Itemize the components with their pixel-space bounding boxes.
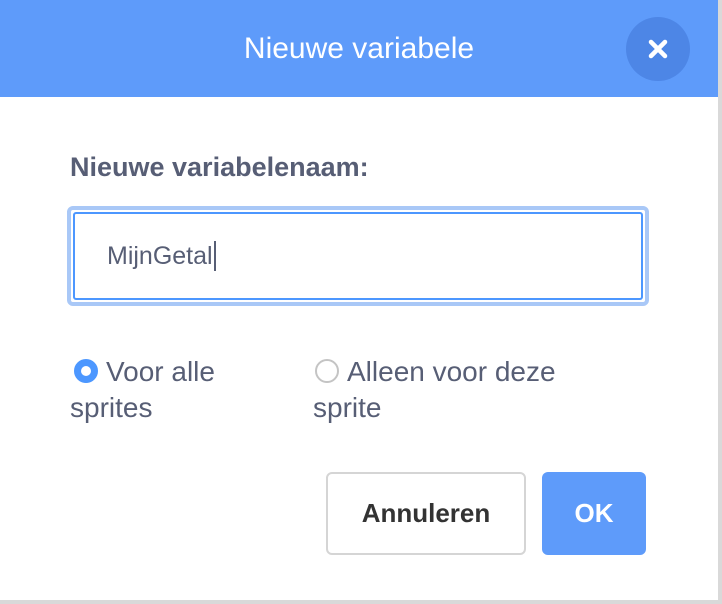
scope-option-this-sprite[interactable]: Alleen voor deze sprite — [313, 354, 613, 426]
variable-name-input[interactable]: MijnGetal — [67, 206, 649, 306]
ok-button[interactable]: OK — [542, 472, 646, 555]
close-button[interactable] — [626, 17, 690, 81]
dialog-title: Nieuwe variabele — [243, 32, 475, 65]
radio-unchecked-icon[interactable] — [315, 359, 339, 383]
scope-option-all-sprites[interactable]: Voor alle sprites — [70, 354, 270, 426]
close-icon — [648, 39, 668, 59]
radio-checked-icon[interactable] — [74, 359, 98, 383]
text-caret — [213, 241, 216, 271]
variable-name-label: Nieuwe variabelenaam: — [70, 152, 369, 182]
scope-option-this-sprite-label: Alleen voor deze sprite — [313, 356, 556, 423]
dialog-header: Nieuwe variabele — [0, 0, 718, 97]
variable-name-input-inner[interactable]: MijnGetal — [73, 212, 643, 300]
new-variable-dialog: Nieuwe variabele Nieuwe variabelenaam: M… — [0, 0, 722, 604]
cancel-button[interactable]: Annuleren — [326, 472, 526, 555]
variable-name-value[interactable]: MijnGetal — [107, 241, 213, 271]
